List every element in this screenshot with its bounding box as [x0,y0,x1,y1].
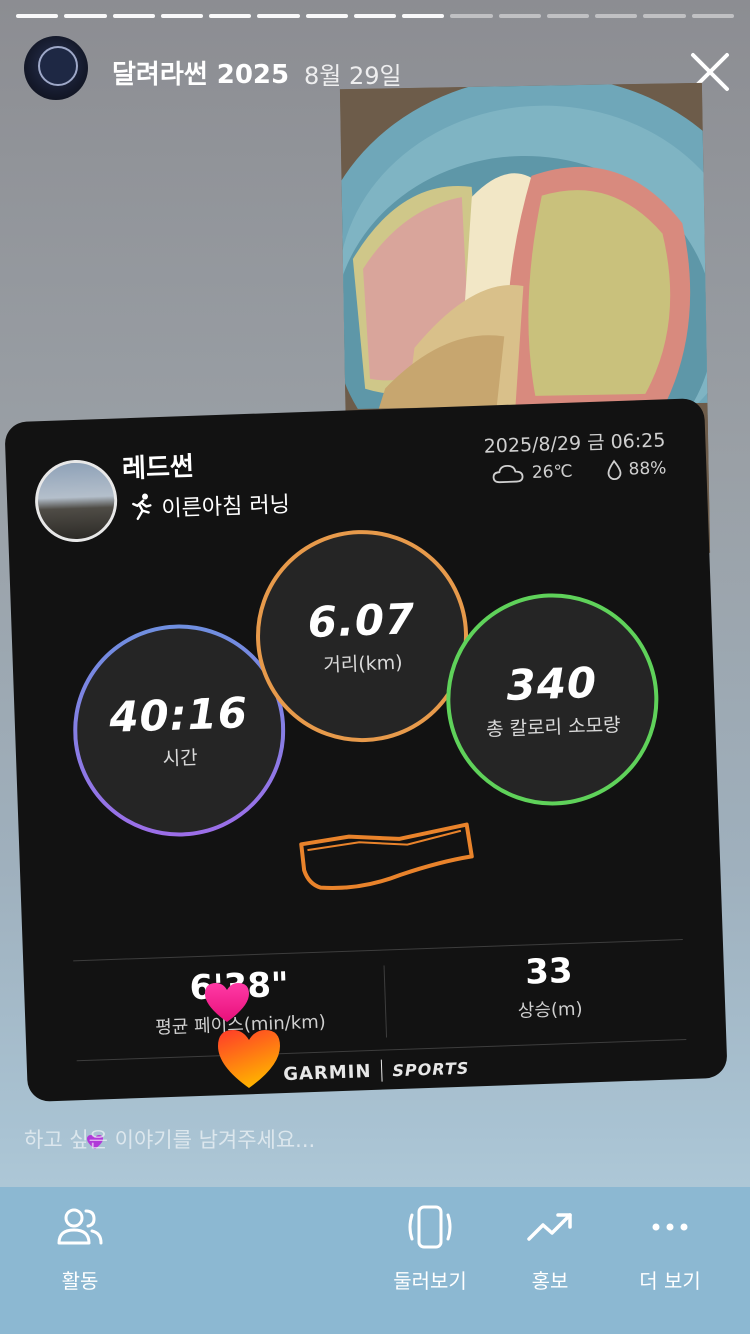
calories-label: 총 칼로리 소모량 [485,714,621,741]
ascent-stat: 33 상승(m) [423,947,675,1026]
cloud-icon [493,464,524,484]
people-icon [57,1208,103,1245]
ascent-value: 33 [524,950,574,993]
running-icon [132,493,152,521]
progress-segment [353,14,397,18]
story-account-name[interactable]: 달려라썬 2025 [112,54,289,91]
time-label: 시간 [162,746,199,771]
avatar-image [38,46,78,86]
pink-heart-reaction-icon [205,983,249,1022]
ascent-label: 상승(m) [517,998,583,1022]
activity-datetime: 2025/8/29 금 06:25 [483,429,666,458]
activity-label: 활동 [61,1269,99,1293]
more-dots-icon [652,1223,688,1231]
more-button[interactable]: 더 보기 [610,1203,730,1294]
more-label: 더 보기 [639,1269,701,1293]
story-date: 8월 29일 [304,62,402,90]
calories-ring: 340 총 칼로리 소모량 [442,589,662,810]
activity-button[interactable]: 활동 [20,1203,140,1294]
orange-scribble-drawing [299,822,474,891]
trend-up-icon [527,1213,572,1241]
humidity-drop-icon [607,459,622,481]
reply-input[interactable]: 하고 싶은 이야기를 남겨주세요... [24,1124,315,1154]
stats-divider-bottom [76,1038,687,1062]
time-ring: 40:16 시간 [69,620,289,841]
distance-value: 6.07 [306,594,417,647]
weather-info: 26℃ 88% [492,457,667,485]
progress-segment [450,14,493,18]
activity-card: 레드썬 이른아침 러닝 2025/8/29 금 06:25 26℃ 88% 40… [4,397,728,1103]
garmin-brand: GARMIN [282,1060,372,1085]
progress-segment [64,14,107,18]
progress-segment [209,14,252,18]
progress-segment [546,14,590,18]
orange-heart-reaction-icon [218,1030,280,1088]
progress-segment [305,14,348,18]
browse-label: 둘러보기 [393,1269,467,1293]
promote-label: 홍보 [531,1269,569,1293]
progress-segment [643,14,686,18]
story-avatar[interactable] [24,36,88,100]
activity-type: 이른아침 러닝 [161,492,291,522]
progress-segment [16,14,59,18]
distance-ring: 6.07 거리(km) [252,526,472,746]
stats-divider-vertical [383,965,388,1038]
time-value: 40:16 [108,688,249,742]
humidity-value: 88% [628,458,667,480]
progress-segment [691,14,734,18]
calories-value: 340 [505,657,598,711]
profile-avatar [33,458,119,544]
phone-rotate-icon [408,1205,452,1249]
progress-segment [498,14,541,18]
progress-segment [402,14,445,18]
progress-segment [112,14,155,18]
story-progress-bar [16,14,734,19]
browse-button[interactable]: 둘러보기 [370,1203,490,1294]
progress-segment [257,14,300,18]
progress-segment [160,14,204,18]
runner-name: 레드썬 [121,451,195,485]
progress-segment [595,14,638,18]
temperature-value: 26℃ [531,461,573,484]
garmin-sports-logo: GARMIN SPORTS [283,1057,470,1085]
sports-brand: SPORTS [392,1058,470,1080]
brand-separator [381,1059,383,1082]
distance-label: 거리(km) [322,651,403,677]
promote-button[interactable]: 홍보 [490,1203,610,1294]
